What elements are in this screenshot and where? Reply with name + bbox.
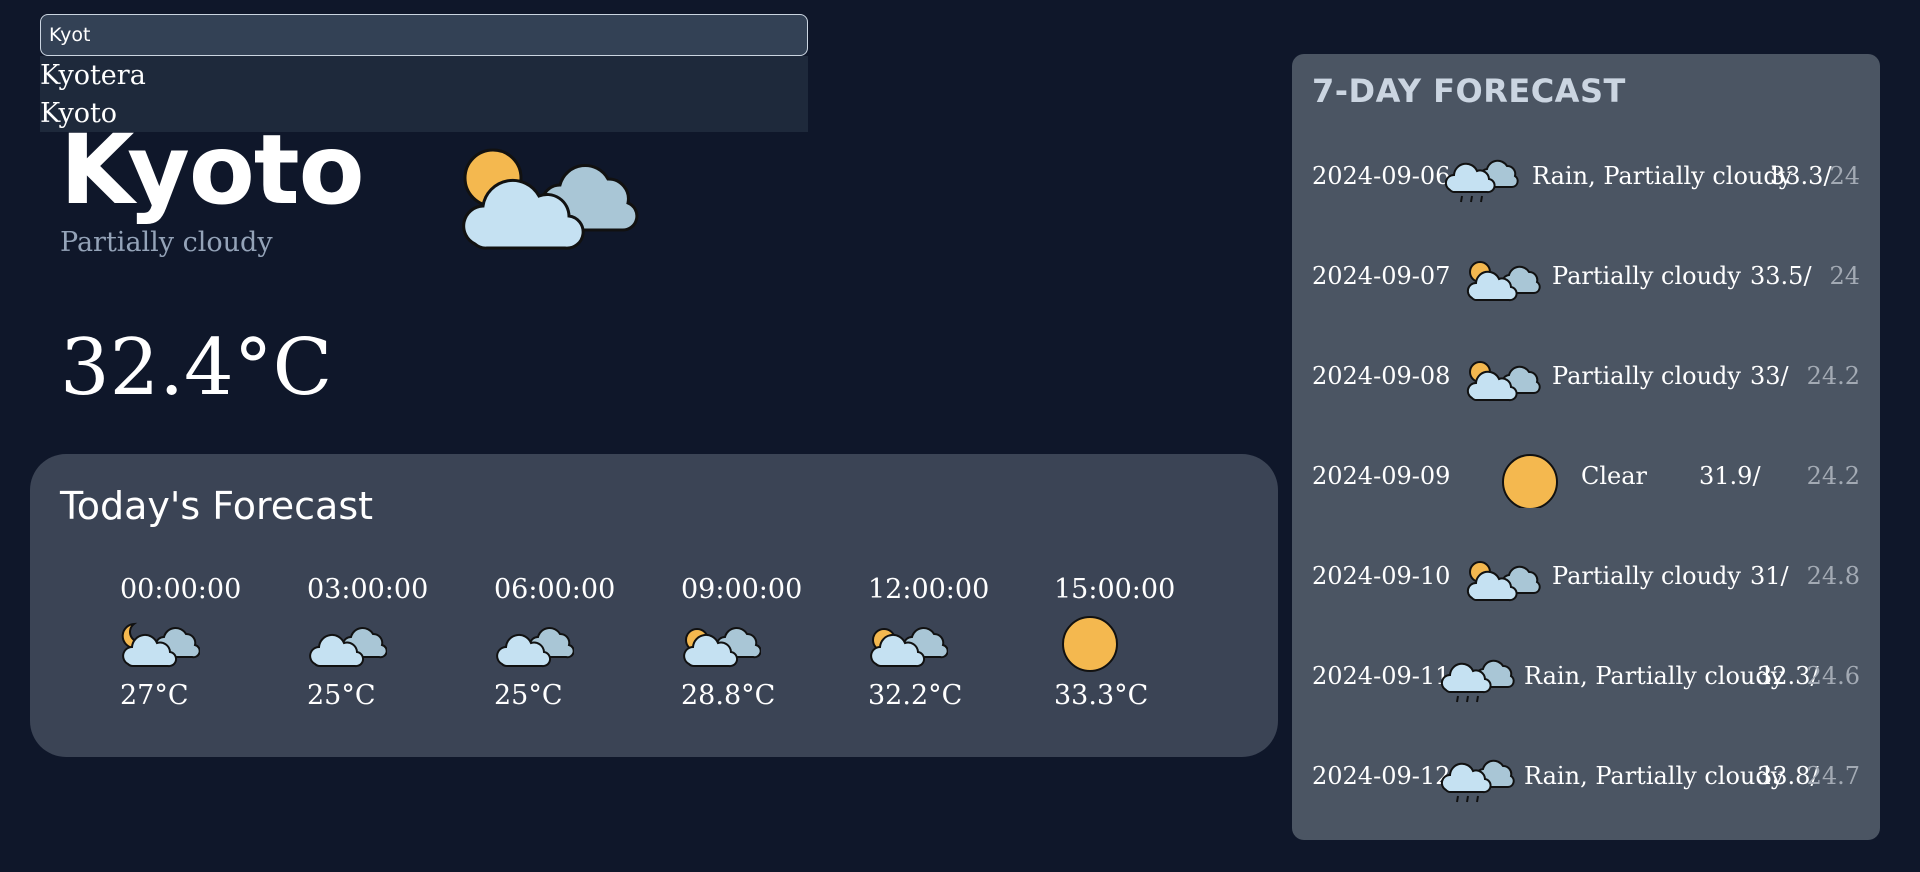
forecast-day-row: 2024-09-11 Rain, Partially cloudy 32.3/ …	[1292, 650, 1880, 710]
day-condition: Clear	[1581, 462, 1648, 490]
hour-temperature: 33.3°C	[1054, 680, 1149, 711]
partly-cloudy-icon	[683, 627, 761, 668]
day-date: 2024-09-11	[1312, 662, 1451, 690]
hour-time: 06:00:00	[494, 574, 616, 605]
forecast-day-row: 2024-09-09 Clear 31.9/ 24.2	[1292, 450, 1880, 510]
partly-cloudy-icon	[1466, 261, 1541, 302]
current-condition: Partially cloudy	[60, 227, 273, 258]
rain-icon	[1440, 659, 1515, 703]
day-date: 2024-09-08	[1312, 362, 1451, 390]
cloudy-icon	[309, 627, 387, 668]
day-condition: Rain, Partially cloudy	[1524, 662, 1785, 690]
hour-time: 00:00:00	[120, 574, 242, 605]
day-max-temp: 31.9/	[1699, 462, 1761, 490]
todays-forecast-title: Today's Forecast	[60, 484, 374, 528]
day-condition: Partially cloudy	[1552, 262, 1741, 290]
search-input[interactable]	[40, 14, 808, 56]
hourly-item: 15:00:00 33.3°C	[1054, 572, 1204, 714]
day-condition: Rain, Partially cloudy	[1524, 762, 1785, 790]
cloudy-icon	[496, 627, 574, 668]
day-min-temp: 24.7	[1806, 762, 1860, 790]
day-max-temp: 31/	[1750, 562, 1789, 590]
search-box: Kyotera Kyoto	[40, 14, 808, 132]
hourly-item: 09:00:00 28.8°C	[681, 572, 831, 714]
hour-temperature: 32.2°C	[868, 680, 963, 711]
seven-day-forecast-title: 7-DAY FORECAST	[1312, 72, 1626, 110]
hourly-item: 12:00:00 32.2°C	[868, 572, 1018, 714]
day-max-temp: 33/	[1750, 362, 1789, 390]
partly-cloudy-icon	[870, 627, 948, 668]
hourly-item: 06:00:00 25°C	[494, 572, 644, 714]
day-date: 2024-09-10	[1312, 562, 1451, 590]
hour-temperature: 25°C	[494, 680, 563, 711]
day-date: 2024-09-07	[1312, 262, 1451, 290]
forecast-day-row: 2024-09-12 Rain, Partially cloudy 33.8/ …	[1292, 750, 1880, 810]
day-date: 2024-09-09	[1312, 462, 1451, 490]
partly-cloudy-icon	[1466, 361, 1541, 402]
day-min-temp: 24.6	[1806, 662, 1860, 690]
day-min-temp: 24	[1829, 262, 1860, 290]
hour-time: 15:00:00	[1054, 574, 1176, 605]
day-min-temp: 24.8	[1806, 562, 1860, 590]
day-date: 2024-09-12	[1312, 762, 1451, 790]
hour-time: 09:00:00	[681, 574, 803, 605]
forecast-day-row: 2024-09-06 Rain, Partially cloudy 33.3/ …	[1292, 150, 1880, 210]
hour-temperature: 25°C	[307, 680, 376, 711]
forecast-day-row: 2024-09-07 Partially cloudy 33.5/ 24	[1292, 250, 1880, 310]
suggestion-item[interactable]: Kyotera	[40, 56, 808, 94]
day-min-temp: 24	[1829, 162, 1860, 190]
day-condition: Partially cloudy	[1552, 562, 1741, 590]
todays-forecast-panel: Today's Forecast 00:00:00 27°C 03:00:00 …	[30, 454, 1278, 757]
rain-icon	[1444, 159, 1519, 203]
hourly-item: 03:00:00 25°C	[307, 572, 457, 714]
hourly-item: 00:00:00 27°C	[120, 572, 270, 714]
day-condition: Partially cloudy	[1552, 362, 1741, 390]
day-condition: Rain, Partially cloudy	[1532, 162, 1793, 190]
forecast-day-row: 2024-09-10 Partially cloudy 31/ 24.8	[1292, 550, 1880, 610]
rain-icon	[1440, 759, 1515, 803]
current-temperature: 32.4°C	[60, 323, 333, 413]
day-max-temp: 33.5/	[1750, 262, 1812, 290]
hour-temperature: 28.8°C	[681, 680, 776, 711]
suggestion-list: Kyotera Kyoto	[40, 56, 808, 132]
day-max-temp: 33.3/	[1770, 162, 1832, 190]
partly-cloudy-icon	[462, 148, 639, 250]
sun-icon	[1062, 616, 1118, 672]
partly-cloudy-icon	[1466, 561, 1541, 602]
day-date: 2024-09-06	[1312, 162, 1451, 190]
hour-time: 12:00:00	[868, 574, 990, 605]
day-min-temp: 24.2	[1806, 362, 1860, 390]
hour-time: 03:00:00	[307, 574, 429, 605]
hour-temperature: 27°C	[120, 680, 189, 711]
seven-day-forecast-panel: 7-DAY FORECAST 2024-09-06 Rain, Partiall…	[1292, 54, 1880, 840]
suggestion-item[interactable]: Kyoto	[40, 94, 808, 132]
partly-cloudy-night-icon	[121, 622, 200, 668]
forecast-day-row: 2024-09-08 Partially cloudy 33/ 24.2	[1292, 350, 1880, 410]
sun-icon	[1502, 454, 1558, 508]
day-min-temp: 24.2	[1806, 462, 1860, 490]
